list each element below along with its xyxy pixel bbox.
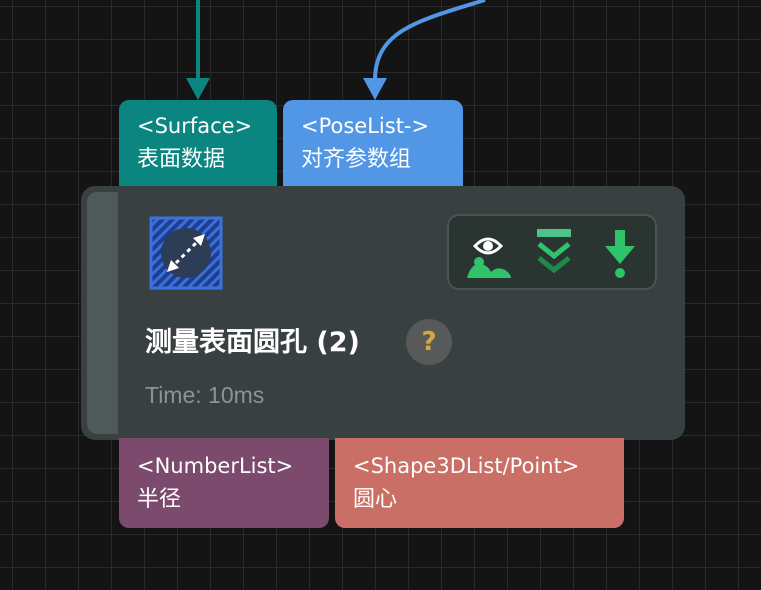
node-time: Time: 10ms <box>145 382 265 408</box>
port-name-label: 圆心 <box>353 487 398 512</box>
port-name-label: 对齐参数组 <box>301 147 412 172</box>
node-title: 测量表面圆孔 (2) <box>145 327 360 358</box>
output-port-numberlist[interactable]: <NumberList> 半径 <box>119 438 329 528</box>
port-type-label: <NumberList> <box>137 454 294 478</box>
port-type-label: <Shape3DList/Point> <box>353 454 580 478</box>
input-port-surface[interactable]: <Surface> 表面数据 <box>119 100 277 186</box>
surface-wire-arrow <box>186 78 210 100</box>
node-toolbar <box>447 214 657 290</box>
node-side-stripe <box>87 192 118 434</box>
port-name-label: 半径 <box>137 487 182 512</box>
help-button[interactable]: ? <box>406 319 452 365</box>
resize-diagonal-icon <box>149 216 223 290</box>
input-port-poselist[interactable]: <PoseList-> 对齐参数组 <box>283 100 463 186</box>
output-port-shape3dlist[interactable]: <Shape3DList/Point> 圆心 <box>335 438 624 528</box>
pose-wire <box>373 0 486 81</box>
collapse-chevrons-icon[interactable] <box>527 226 581 280</box>
pose-wire-arrow <box>363 78 387 100</box>
measure-hole-node[interactable]: 测量表面圆孔 (2) ? Time: 10ms <box>81 186 685 440</box>
port-type-label: <Surface> <box>137 114 253 138</box>
download-arrow-icon[interactable] <box>593 226 647 280</box>
eye-person-icon[interactable] <box>461 226 515 280</box>
port-type-label: <PoseList-> <box>301 114 430 138</box>
port-name-label: 表面数据 <box>137 147 226 172</box>
